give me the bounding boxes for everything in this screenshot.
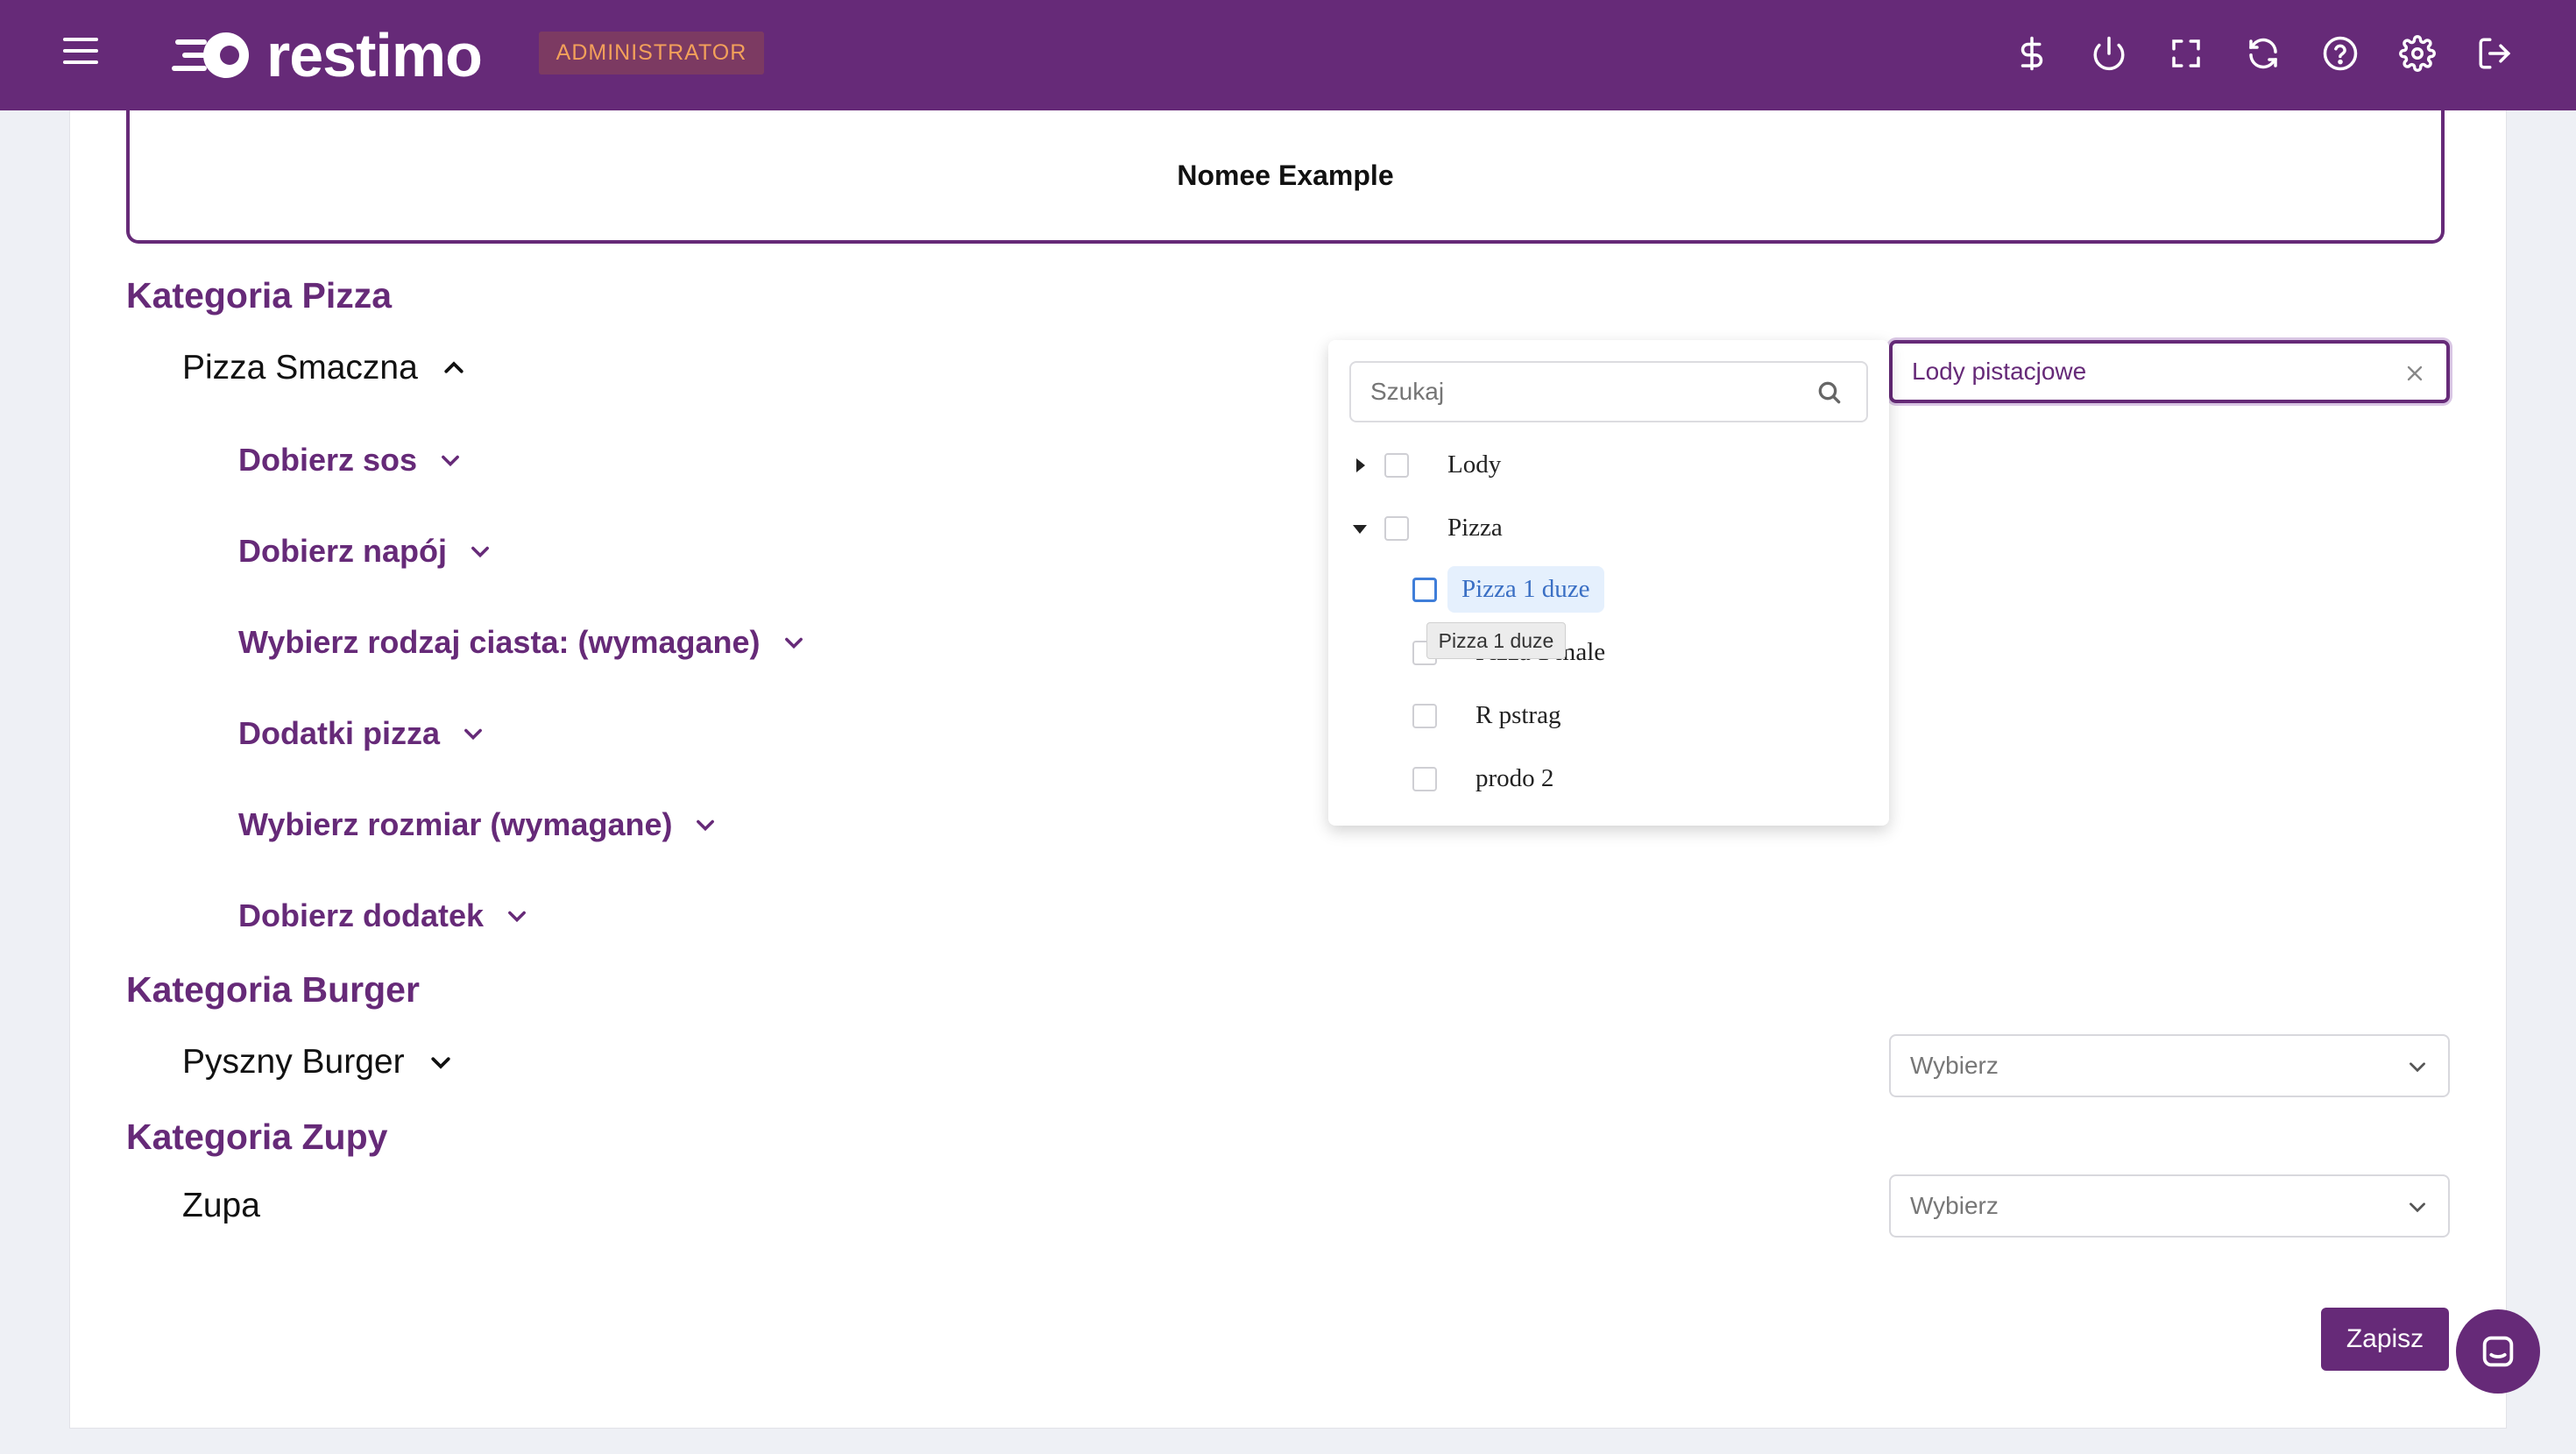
save-button[interactable]: Zapisz bbox=[2321, 1308, 2449, 1371]
group-dobierz-sos[interactable]: Dobierz sos bbox=[238, 442, 463, 479]
tree-label: Pizza 1 duze bbox=[1447, 566, 1604, 613]
logo-text: restimo bbox=[266, 21, 483, 89]
logout-icon[interactable] bbox=[2473, 32, 2516, 75]
caret-right-icon[interactable] bbox=[1351, 457, 1369, 474]
tree-label: Pizza bbox=[1447, 514, 1503, 542]
tree-node-pizza-1-duze[interactable]: Pizza 1 duze bbox=[1412, 566, 1604, 613]
checkbox[interactable] bbox=[1384, 452, 1409, 478]
menu-icon[interactable] bbox=[63, 38, 98, 73]
product-label: Zupa bbox=[182, 1187, 260, 1224]
dollar-icon[interactable] bbox=[2010, 32, 2054, 75]
tree-label: Lody bbox=[1447, 450, 1502, 479]
logo-icon bbox=[172, 32, 249, 78]
chevron-down-icon[interactable] bbox=[505, 904, 529, 928]
group-label: Dobierz dodatek bbox=[238, 897, 485, 933]
checkbox[interactable] bbox=[1384, 515, 1409, 541]
logo[interactable]: restimo bbox=[172, 21, 483, 89]
product-zupa[interactable]: Zupa bbox=[182, 1187, 260, 1225]
role-badge: ADMINISTRATOR bbox=[539, 32, 764, 74]
tree-label: R pstrag bbox=[1476, 701, 1561, 729]
product-label: Pyszny Burger bbox=[182, 1043, 405, 1081]
burger-product-select[interactable]: Wybierz bbox=[1889, 1034, 2450, 1097]
tree-dropdown: Lody Pizza Pizza 1 duze Pizza 1 male R p… bbox=[1328, 340, 1889, 826]
group-label: Dodatki pizza bbox=[238, 715, 441, 751]
checkbox[interactable] bbox=[1412, 766, 1437, 791]
caret-down-icon[interactable] bbox=[1351, 520, 1369, 537]
help-icon[interactable] bbox=[2318, 32, 2362, 75]
product-label: Pizza Smaczna bbox=[182, 349, 418, 387]
chevron-up-icon[interactable] bbox=[441, 355, 467, 381]
tree-node-r-pstrag[interactable]: R pstrag bbox=[1412, 692, 1575, 739]
chevron-down-icon bbox=[2410, 1202, 2425, 1213]
category-title-zupy: Kategoria Zupy bbox=[126, 1117, 388, 1157]
fullscreen-icon[interactable] bbox=[2164, 32, 2208, 75]
group-label: Wybierz rozmiar (wymagane) bbox=[238, 806, 673, 842]
zupy-product-select[interactable]: Wybierz bbox=[1889, 1174, 2450, 1238]
tree-node-lody[interactable]: Lody bbox=[1351, 442, 1515, 488]
checkbox[interactable] bbox=[1412, 577, 1437, 602]
top-bar: restimo ADMINISTRATOR bbox=[0, 0, 2576, 110]
settings-icon[interactable] bbox=[2396, 32, 2439, 75]
chat-icon[interactable] bbox=[2456, 1309, 2540, 1394]
category-title-pizza: Kategoria Pizza bbox=[126, 275, 393, 316]
power-icon[interactable] bbox=[2087, 32, 2131, 75]
chevron-down-icon[interactable] bbox=[438, 448, 463, 472]
checkbox[interactable] bbox=[1412, 703, 1437, 728]
category-title-burger: Kategoria Burger bbox=[126, 969, 420, 1010]
chevron-down-icon bbox=[2410, 1062, 2425, 1073]
chevron-down-icon[interactable] bbox=[428, 1049, 454, 1075]
group-dobierz-dodatek[interactable]: Dobierz dodatek bbox=[238, 897, 529, 934]
select-value: Lody pistacjowe bbox=[1912, 358, 2087, 385]
tree-label: prodo 2 bbox=[1476, 764, 1554, 792]
group-label: Dobierz napój bbox=[238, 533, 448, 569]
close-icon[interactable] bbox=[2403, 361, 2427, 386]
select-placeholder: Wybierz bbox=[1910, 1052, 1999, 1079]
group-dobierz-napoj[interactable]: Dobierz napój bbox=[238, 533, 492, 570]
tree-node-pizza[interactable]: Pizza bbox=[1351, 505, 1517, 551]
group-rozmiar[interactable]: Wybierz rozmiar (wymagane) bbox=[238, 806, 718, 843]
chevron-down-icon[interactable] bbox=[782, 630, 806, 655]
chevron-down-icon[interactable] bbox=[461, 721, 485, 746]
group-rodzaj-ciasta[interactable]: Wybierz rodzaj ciasta: (wymagane) bbox=[238, 624, 806, 661]
search-input[interactable] bbox=[1349, 361, 1868, 422]
select-placeholder: Wybierz bbox=[1910, 1192, 1999, 1219]
refresh-icon[interactable] bbox=[2241, 32, 2285, 75]
name-box: Nomee Example bbox=[126, 110, 2445, 244]
group-dodatki-pizza[interactable]: Dodatki pizza bbox=[238, 715, 485, 752]
group-label: Wybierz rodzaj ciasta: (wymagane) bbox=[238, 624, 761, 660]
tooltip: Pizza 1 duze bbox=[1426, 622, 1566, 659]
chevron-down-icon[interactable] bbox=[468, 539, 492, 564]
product-pyszny-burger[interactable]: Pyszny Burger bbox=[182, 1043, 454, 1082]
search-icon[interactable] bbox=[1815, 379, 1844, 407]
product-pizza-smaczna[interactable]: Pizza Smaczna bbox=[182, 349, 467, 387]
chevron-down-icon[interactable] bbox=[693, 812, 718, 837]
pizza-product-select[interactable]: Lody pistacjowe bbox=[1889, 340, 2450, 403]
group-label: Dobierz sos bbox=[238, 442, 418, 478]
tree-node-prodo-2[interactable]: prodo 2 bbox=[1412, 755, 1568, 802]
